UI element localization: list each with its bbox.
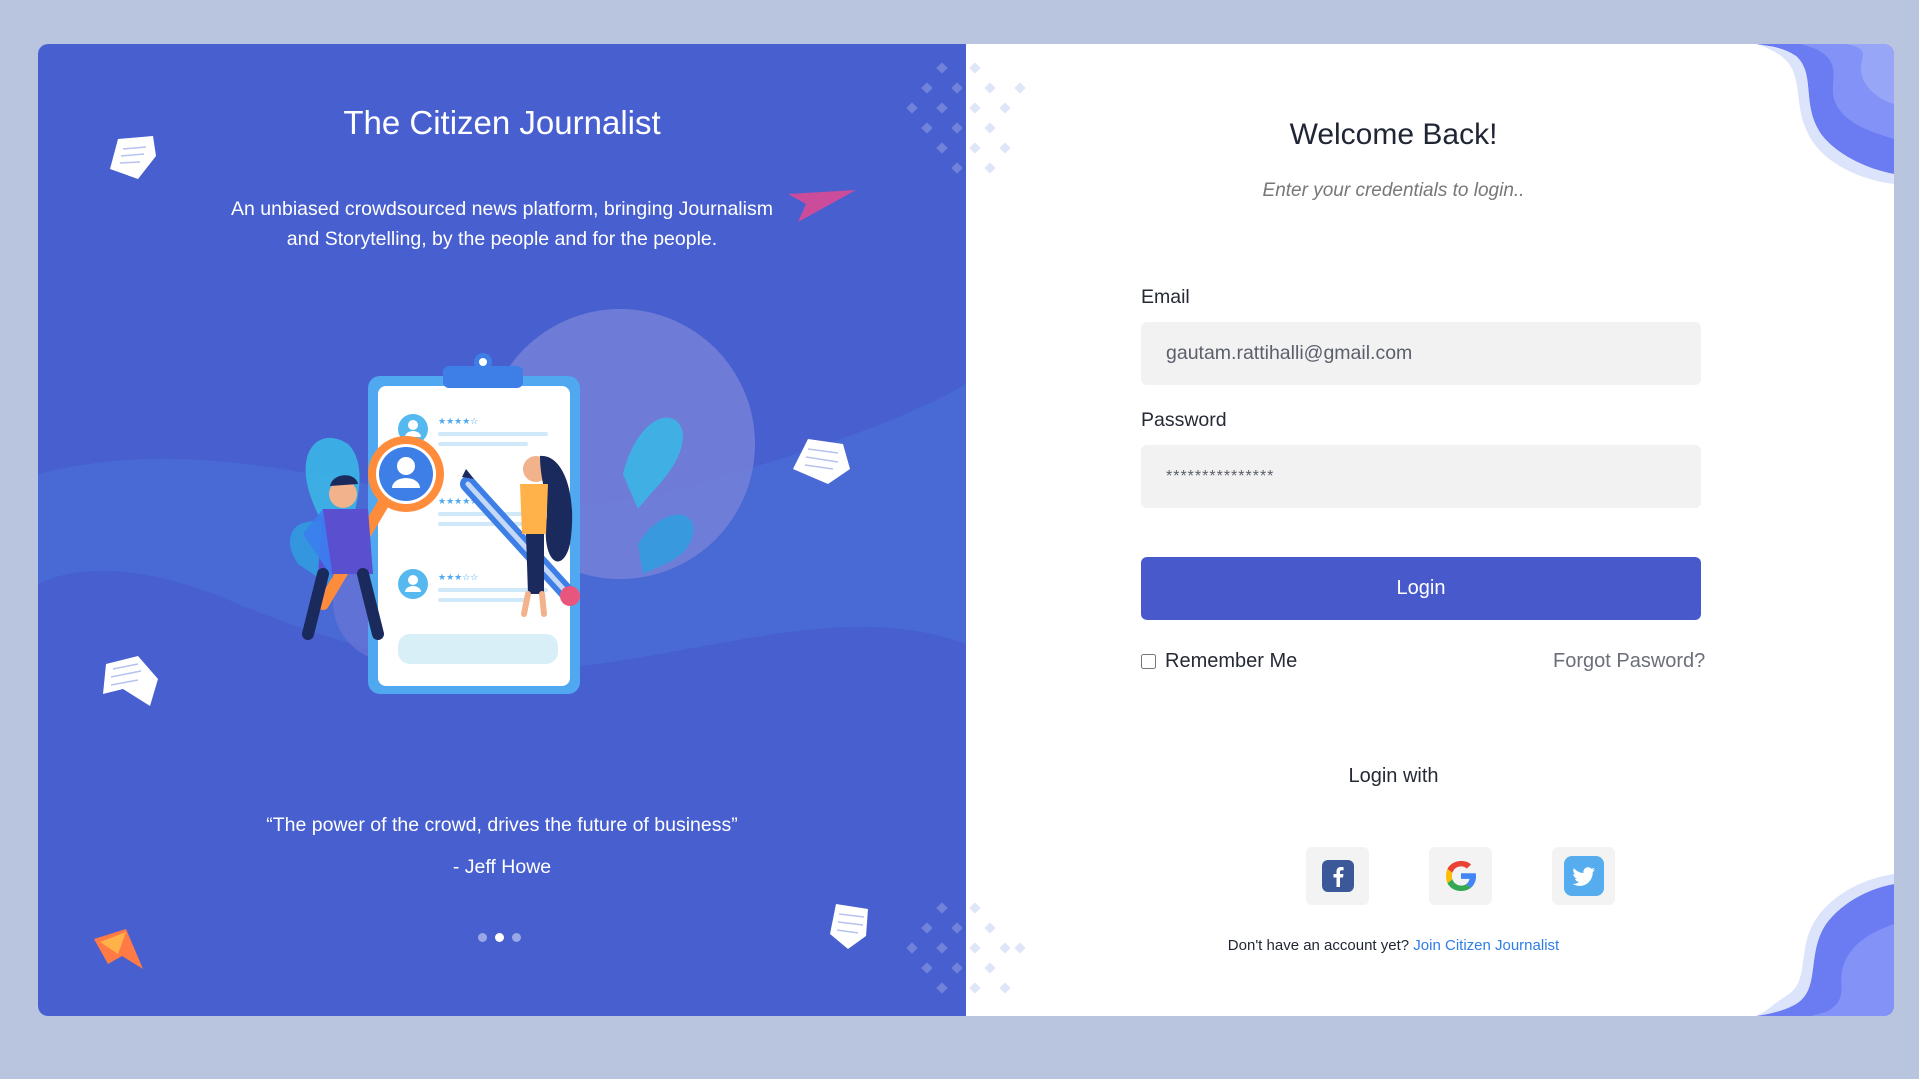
login-subtitle: Enter your credentials to login.. <box>1262 180 1525 201</box>
password-field[interactable] <box>1141 445 1701 508</box>
email-field[interactable] <box>1141 322 1701 385</box>
hero-illustration: ★★★★☆ ★★★★★ ★★★☆☆ <box>289 353 694 694</box>
email-label: Email <box>1141 286 1190 308</box>
login-with-label: Login with <box>1348 765 1439 787</box>
forgot-password-link[interactable]: Forgot Pasword? <box>1553 650 1705 673</box>
signup-prompt-text: Don't have an account yet? <box>1227 937 1410 954</box>
brand-panel: The Citizen Journalist An unbiased crowd… <box>38 44 966 1016</box>
paper-note-icon <box>110 136 156 179</box>
brand-title: The Citizen Journalist <box>343 104 661 141</box>
remember-me-control[interactable]: Remember Me <box>1141 650 1297 673</box>
password-label: Password <box>1141 409 1227 431</box>
facebook-login-button[interactable] <box>1306 847 1369 905</box>
login-title: Welcome Back! <box>1289 118 1498 151</box>
quote-author: - Jeff Howe <box>452 856 552 878</box>
carousel-dot-1[interactable] <box>478 933 487 942</box>
brand-quote: “The power of the crowd, drives the futu… <box>266 814 738 836</box>
login-button[interactable]: Login <box>1141 557 1701 620</box>
svg-text:★★★★☆: ★★★★☆ <box>438 417 478 427</box>
brand-tagline: An unbiased crowdsourced news platform, … <box>231 198 773 250</box>
login-card: The Citizen Journalist An unbiased crowd… <box>38 44 1894 1016</box>
login-panel: Welcome Back! Enter your credentials to … <box>966 44 1894 1016</box>
remember-me-checkbox[interactable] <box>1141 654 1156 669</box>
svg-text:★★★☆☆: ★★★☆☆ <box>438 573 478 583</box>
carousel-dot-3[interactable] <box>512 933 521 942</box>
carousel-dot-2[interactable] <box>495 933 504 942</box>
twitter-icon <box>1563 856 1604 896</box>
twitter-login-button[interactable] <box>1552 847 1615 905</box>
carousel-dots <box>478 933 521 942</box>
signup-prompt: Don't have an account yet? Join Citizen … <box>966 937 1821 954</box>
join-link[interactable]: Join Citizen Journalist <box>1413 937 1559 954</box>
facebook-icon <box>1321 860 1354 892</box>
remember-me-label: Remember Me <box>1165 650 1298 672</box>
google-icon <box>1445 861 1476 891</box>
google-login-button[interactable] <box>1429 847 1492 905</box>
